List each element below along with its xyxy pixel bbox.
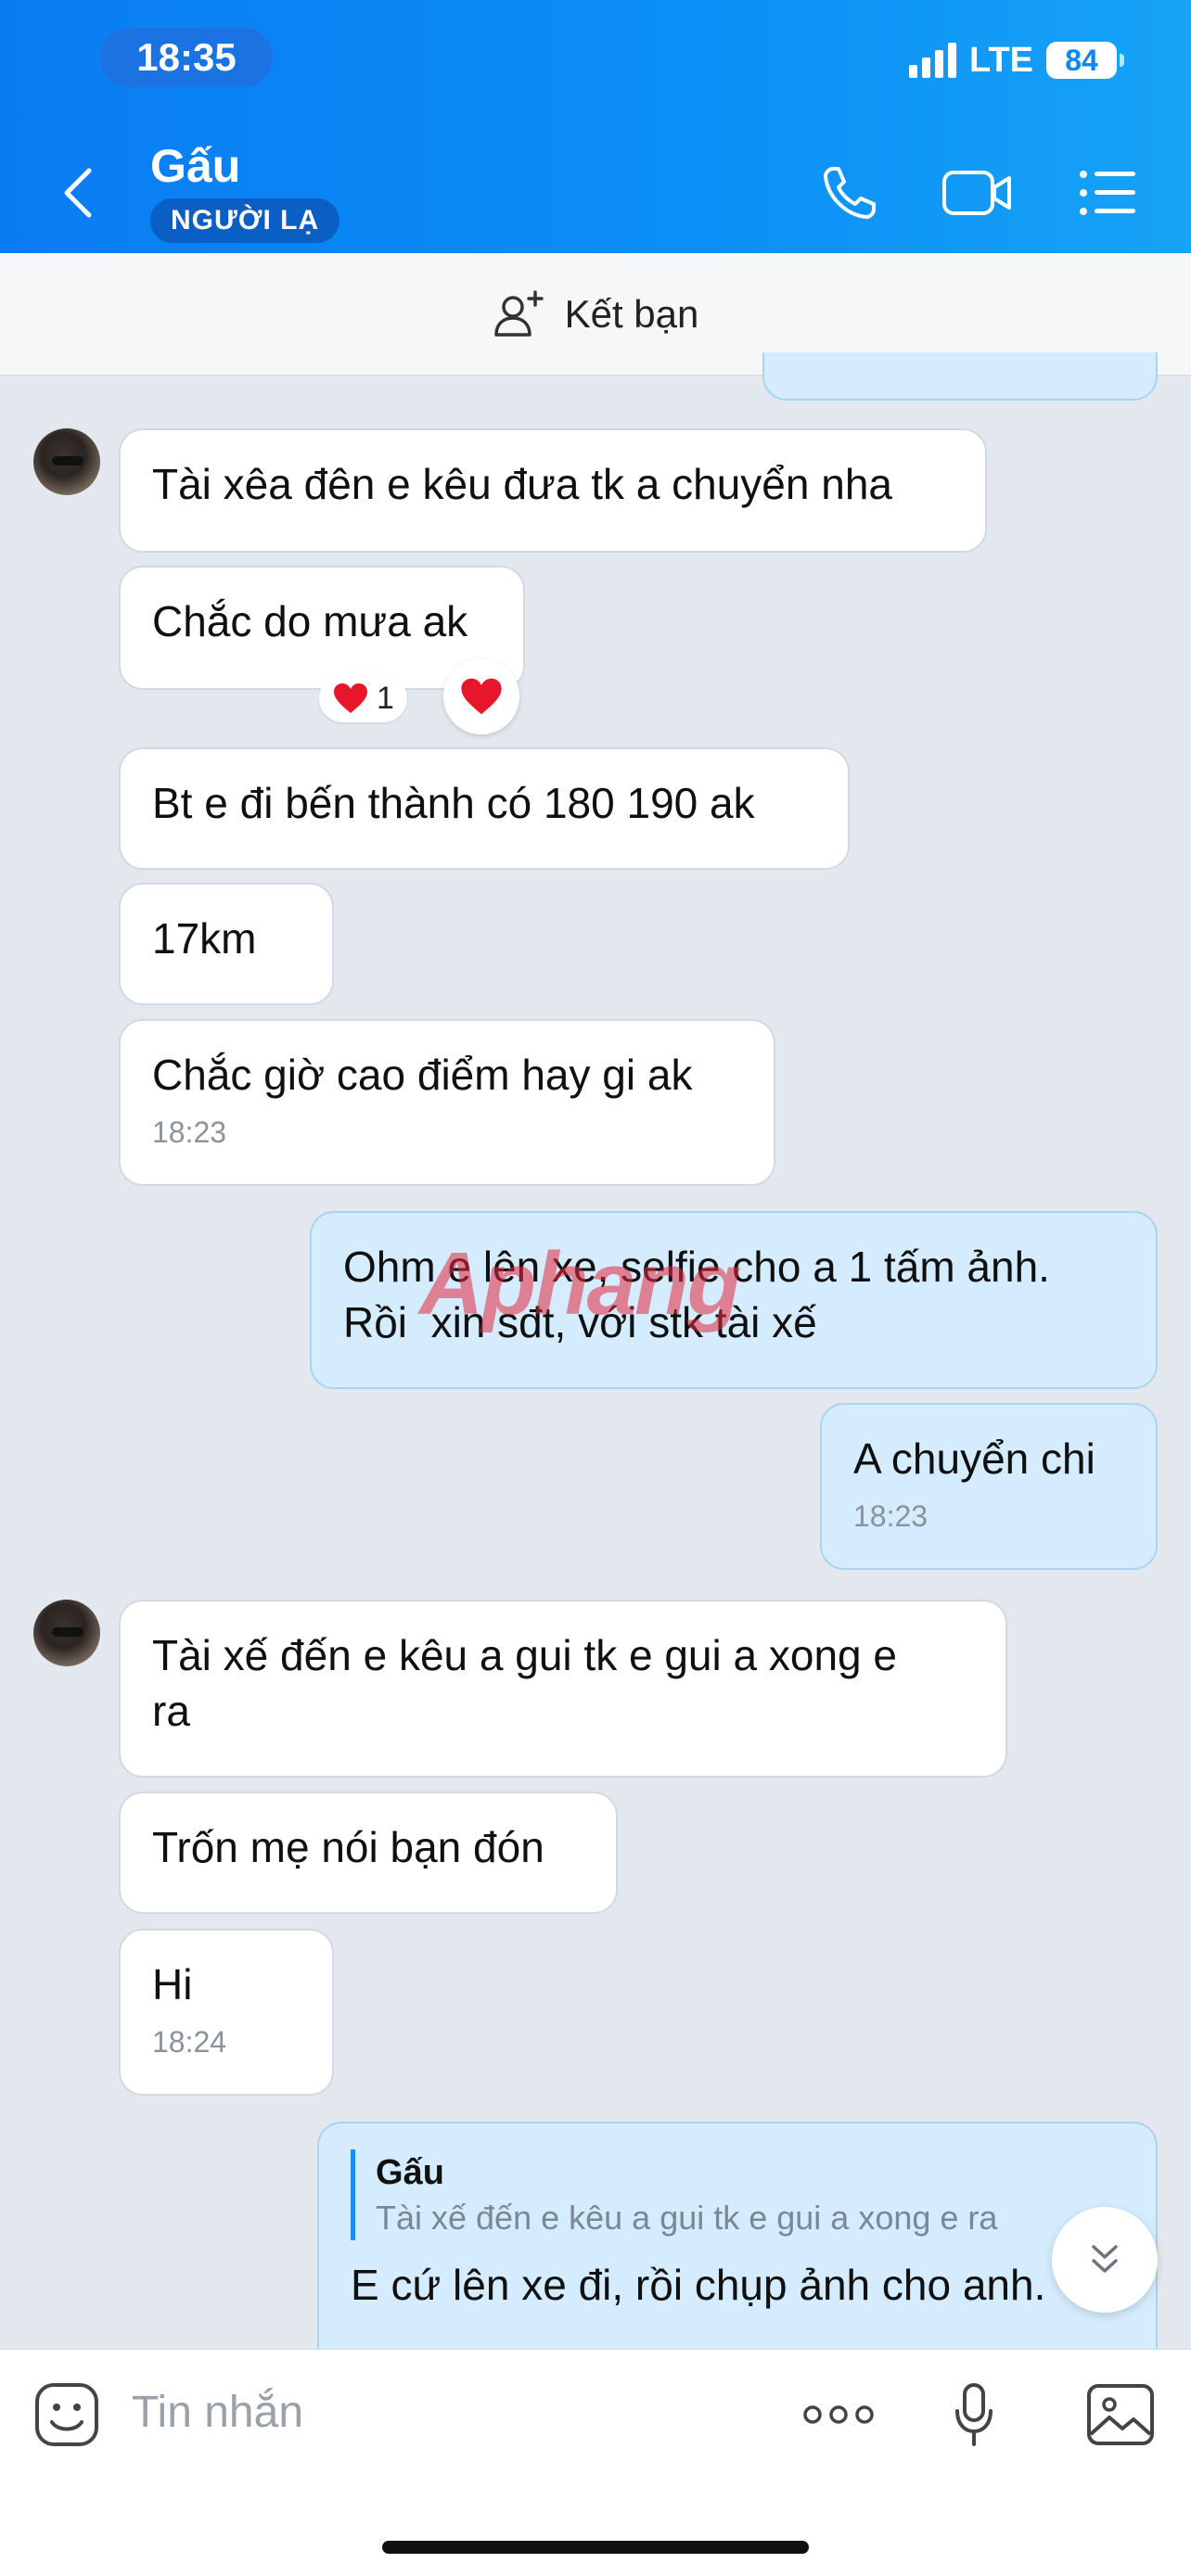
voice-button[interactable]	[937, 2378, 1011, 2452]
watermark-logo: Aphang	[419, 1234, 741, 1333]
add-person-icon	[493, 289, 544, 337]
heart-icon	[334, 683, 367, 713]
call-button[interactable]	[813, 158, 887, 228]
heart-icon	[461, 678, 502, 715]
stranger-badge: NGƯỜI LẠ	[150, 198, 340, 243]
message-bubble[interactable]: 17km	[119, 883, 334, 1005]
gallery-button[interactable]	[1083, 2378, 1158, 2452]
message-bubble[interactable]: Hi 18:24	[119, 1929, 334, 2096]
reply-message-bubble[interactable]: Gấu Tài xế đến e kêu a gui tk e gui a xo…	[317, 2122, 1158, 2363]
double-chevron-down-icon	[1092, 2245, 1118, 2273]
video-call-button[interactable]	[941, 158, 1015, 228]
image-icon	[1087, 2384, 1154, 2445]
message-input[interactable]: Tin nhắn	[132, 2387, 303, 2438]
message-bubble[interactable]: Tài xêa đên e kêu đưa tk a chuyển nha	[119, 428, 987, 553]
more-dots-icon	[803, 2405, 874, 2424]
reaction-summary[interactable]: 1	[319, 674, 407, 722]
message-bubble[interactable]: A chuyển chi 18:23	[820, 1403, 1158, 1570]
message-text: Bt e đi bến thành có 180 190 ak	[152, 779, 755, 827]
sticker-button[interactable]	[30, 2378, 104, 2452]
phone-icon	[824, 167, 876, 219]
battery-icon: 84	[1046, 42, 1124, 79]
chevron-left-icon	[64, 168, 92, 218]
message-text: 17km	[152, 914, 257, 963]
network-label: LTE	[969, 40, 1033, 80]
message-bubble[interactable]: Chắc giờ cao điểm hay gi ak 18:23	[119, 1019, 775, 1186]
message-text: E cứ lên xe đi, rồi chụp ảnh cho anh.	[351, 2261, 1046, 2309]
message-time: 18:24	[152, 2025, 227, 2059]
message-time: 18:23	[152, 1116, 227, 1149]
message-text: Hi	[152, 1960, 193, 2009]
message-text: Chắc do mưa ak	[152, 597, 468, 645]
video-camera-icon	[942, 171, 1011, 215]
message-text: Trốn mẹ nói bạn đón	[152, 1823, 544, 1871]
more-options-button[interactable]	[801, 2378, 876, 2452]
message-bubble[interactable]: Bt e đi bến thành có 180 190 ak	[119, 747, 850, 870]
message-bubble[interactable]: Tài xế đến e kêu a gui tk e gui a xong e…	[119, 1600, 1007, 1778]
signal-icon	[909, 43, 957, 78]
message-bubble[interactable]: Trốn mẹ nói bạn đón	[119, 1792, 618, 1914]
avatar[interactable]	[33, 1600, 100, 1666]
microphone-icon	[955, 2383, 992, 2446]
avatar[interactable]	[33, 428, 100, 495]
back-button[interactable]	[54, 162, 100, 223]
list-menu-icon	[1080, 171, 1135, 215]
message-text: Chắc giờ cao điểm hay gi ak	[152, 1051, 693, 1099]
message-bubble-partial[interactable]	[762, 352, 1158, 401]
message-text: Tài xế đến e kêu a gui tk e gui a xong e…	[152, 1631, 897, 1735]
add-friend-label: Kết bạn	[564, 291, 699, 336]
chat-header: 18:35 LTE 84 Gấu NGƯỜI LẠ	[0, 0, 1191, 253]
emoji-icon	[35, 2383, 98, 2446]
status-time: 18:35	[100, 28, 273, 87]
react-button[interactable]	[443, 658, 519, 734]
menu-button[interactable]	[1070, 158, 1145, 228]
message-time: 18:23	[853, 1499, 928, 1533]
scroll-to-bottom-button[interactable]	[1052, 2207, 1158, 2313]
status-indicators: LTE 84	[909, 37, 1124, 83]
quoted-sender: Gấu	[376, 2153, 444, 2192]
reaction-count: 1	[377, 680, 394, 716]
quoted-message[interactable]: Gấu Tài xế đến e kêu a gui tk e gui a xo…	[351, 2149, 1124, 2240]
message-text: Tài xêa đên e kêu đưa tk a chuyển nha	[152, 460, 892, 508]
composer-bar: Tin nhắn	[0, 2349, 1191, 2576]
contact-name[interactable]: Gấu	[150, 139, 240, 193]
message-text: A chuyển chi	[853, 1435, 1095, 1483]
home-indicator	[382, 2541, 809, 2554]
quoted-text: Tài xế đến e kêu a gui tk e gui a xong e…	[376, 2199, 998, 2237]
